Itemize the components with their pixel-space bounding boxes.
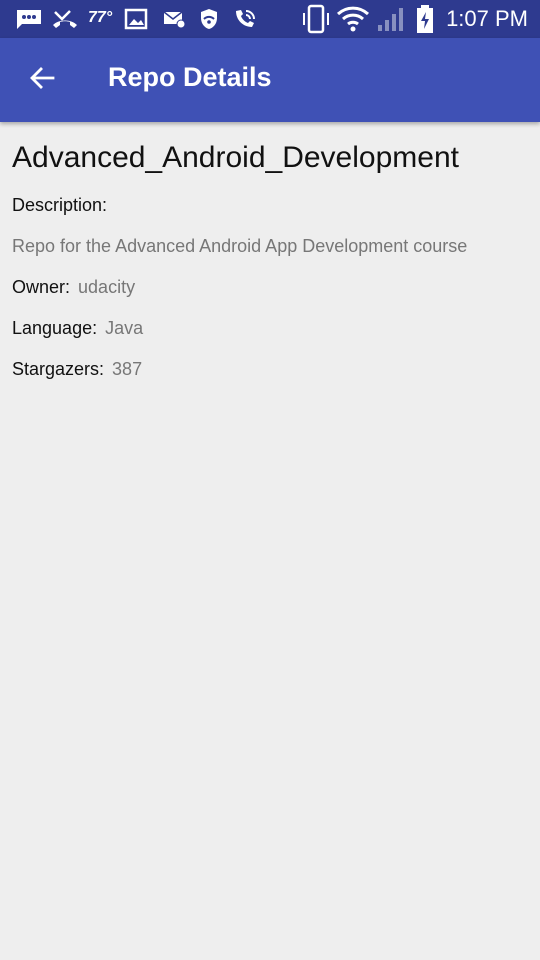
description-row: Description: <box>12 193 528 217</box>
missed-call-icon <box>52 6 78 32</box>
page-title: Repo Details <box>108 62 272 92</box>
status-clock: 1:07 PM <box>446 6 528 31</box>
description-label: Description: <box>12 195 108 215</box>
image-icon <box>124 6 148 32</box>
status-bar: 77° 1:07 PM <box>0 0 540 38</box>
description-value: Repo for the Advanced Android App Develo… <box>12 236 468 256</box>
wifi-icon <box>336 6 370 32</box>
wifi-call-icon <box>232 6 258 32</box>
owner-value: udacity <box>78 277 136 297</box>
owner-label: Owner: <box>12 277 71 297</box>
repo-name: Advanced_Android_Development <box>12 141 459 174</box>
stargazers-label: Stargazers: <box>12 359 105 379</box>
repo-details: Advanced_Android_Development Description… <box>12 138 528 381</box>
back-button[interactable] <box>18 56 66 104</box>
signal-icon <box>376 6 408 32</box>
owner-row: Owner: udacity <box>12 275 528 299</box>
language-value: Java <box>105 318 144 338</box>
temperature-text: 77° <box>88 9 113 26</box>
vpn-shield-icon <box>198 6 220 32</box>
language-row: Language: Java <box>12 316 528 340</box>
stargazers-row: Stargazers: 387 <box>12 357 528 381</box>
battery-charging-icon <box>414 5 436 33</box>
arrow-back-icon <box>29 66 55 95</box>
app-bar: Repo Details <box>0 38 540 122</box>
language-label: Language: <box>12 318 98 338</box>
messaging-icon <box>14 6 44 32</box>
vibrate-icon <box>300 4 332 34</box>
stargazers-value: 387 <box>112 359 143 379</box>
mail-icon <box>162 6 186 32</box>
